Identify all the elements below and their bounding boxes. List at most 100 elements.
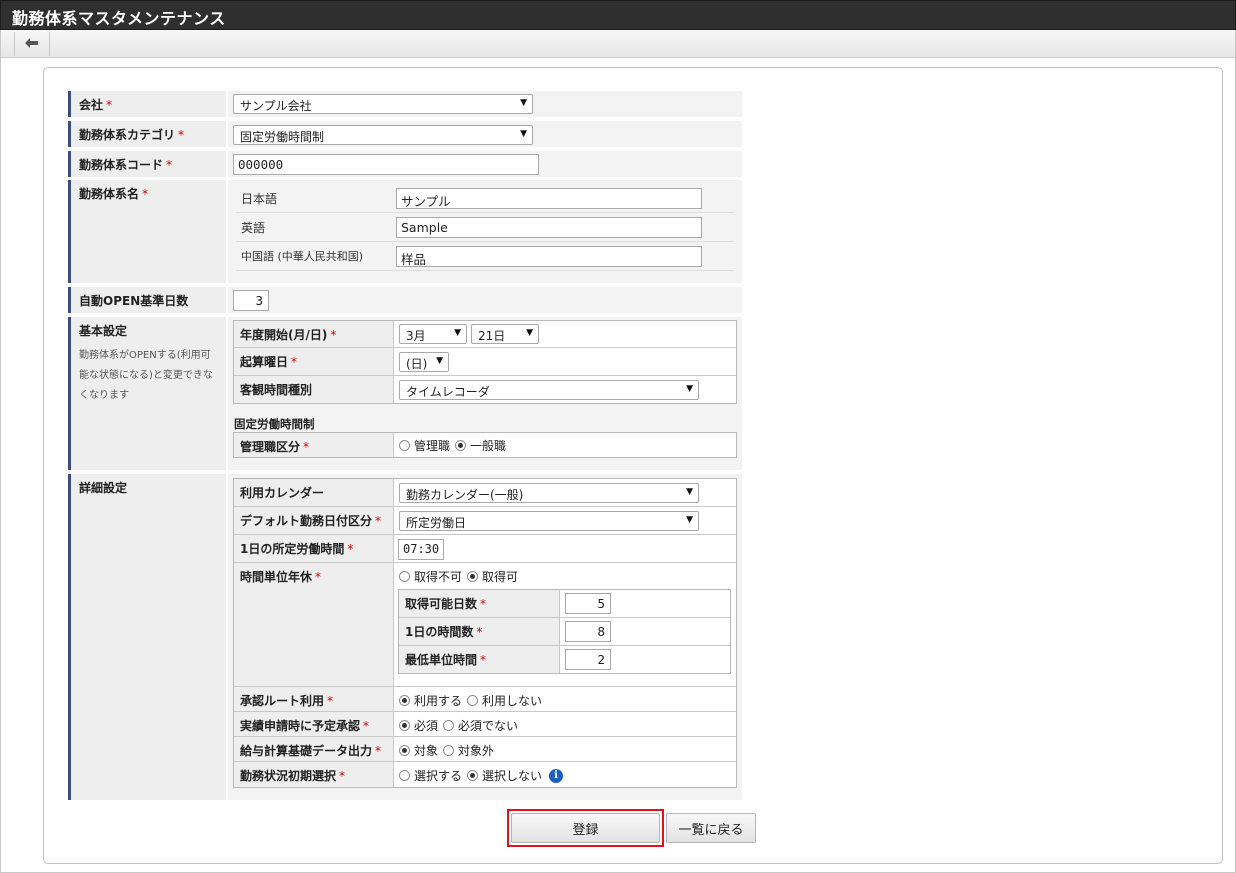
radio-general[interactable] <box>455 440 467 451</box>
radio-allowed[interactable] <box>467 571 479 582</box>
basic-settings-label-text: 基本設定 <box>79 324 128 338</box>
divider <box>560 645 730 646</box>
radio-manager[interactable] <box>399 440 410 451</box>
required-mark: * <box>303 440 310 454</box>
manager-class-label: 管理職区分 * <box>234 433 394 457</box>
status-init-label-text: 勤務状況初期選択 <box>240 769 337 783</box>
radio-label: 選択しない <box>482 769 543 783</box>
auto-open-input[interactable]: 3 <box>233 290 269 311</box>
daily-hours-label: 1日の所定労働時間 * <box>234 535 394 563</box>
days-input[interactable]: 5 <box>565 593 611 614</box>
company-label: 会社 * <box>68 91 226 117</box>
status-init-label: 勤務状況初期選択 * <box>234 762 394 787</box>
fiscal-day-select[interactable]: 21日 ▼ <box>471 324 539 344</box>
radio-not-allowed[interactable] <box>399 571 410 582</box>
objective-time-label-text: 客観時間種別 <box>240 383 313 397</box>
required-mark: * <box>375 514 382 528</box>
divider <box>394 506 736 507</box>
company-label-text: 会社 <box>79 98 104 112</box>
default-day-label-text: デフォルト勤務日付区分 <box>240 514 373 528</box>
required-mark: * <box>291 355 298 369</box>
name-ja-input[interactable]: サンプル <box>396 188 702 209</box>
radio-no-select[interactable] <box>467 770 479 781</box>
radio-label: 必須でない <box>458 719 519 733</box>
divider <box>236 241 734 242</box>
title-bar: 勤務体系マスタメンテナンス <box>0 0 1236 30</box>
chevron-down-icon: ▼ <box>686 384 693 394</box>
radio-target[interactable] <box>399 745 410 756</box>
default-day-label: デフォルト勤務日付区分 * <box>234 507 394 535</box>
name-label: 勤務体系名 * <box>68 180 226 283</box>
required-mark: * <box>142 187 149 201</box>
divider <box>560 617 730 618</box>
start-weekday-select[interactable]: (日) ▼ <box>399 352 449 372</box>
required-mark: * <box>363 719 370 733</box>
code-label-text: 勤務体系コード <box>79 158 164 172</box>
days-label-text: 取得可能日数 <box>405 597 478 611</box>
calendar-select[interactable]: 勤務カレンダー(一般) ▼ <box>399 483 699 503</box>
radio-use[interactable] <box>399 695 410 706</box>
chevron-down-icon: ▼ <box>454 328 461 338</box>
info-icon[interactable]: i <box>549 768 564 783</box>
fiscal-start-label-text: 年度開始(月/日) <box>240 328 328 342</box>
start-weekday-value: (日) <box>406 357 428 371</box>
name-lang-label: 英語 <box>241 221 266 235</box>
radio-non-target[interactable] <box>443 745 455 756</box>
auto-open-label-text: 自動OPEN基準日数 <box>79 294 189 308</box>
fixed-section-heading: 固定労働時間制 <box>234 417 315 431</box>
back-to-list-button[interactable]: 一覧に戻る <box>666 813 756 843</box>
radio-not-use[interactable] <box>467 695 479 706</box>
required-mark: * <box>166 158 173 172</box>
divider <box>394 686 736 687</box>
hours-input[interactable]: 8 <box>565 621 611 642</box>
name-lang-label: 中国語 (中華人民共和国) <box>241 250 364 263</box>
name-zh-input[interactable]: 样品 <box>396 246 702 267</box>
code-label: 勤務体系コード * <box>68 151 226 177</box>
register-button[interactable]: 登録 <box>511 813 660 843</box>
category-select[interactable]: 固定労働時間制 ▼ <box>233 125 533 145</box>
radio-label: 対象外 <box>458 744 495 758</box>
arrow-left-icon <box>25 37 39 51</box>
divider <box>394 347 736 348</box>
name-en-input[interactable]: Sample <box>396 217 702 238</box>
radio-required[interactable] <box>399 720 410 731</box>
description-line: 勤務体系がOPENする(利用可 <box>79 350 211 361</box>
calendar-label-text: 利用カレンダー <box>240 486 325 500</box>
page-title: 勤務体系マスタメンテナンス <box>12 9 226 28</box>
chevron-down-icon: ▼ <box>520 98 527 108</box>
min-unit-input[interactable]: 2 <box>565 649 611 670</box>
required-mark: * <box>330 328 337 342</box>
required-mark: * <box>480 597 487 611</box>
radio-label: 選択する <box>414 769 463 783</box>
chevron-down-icon: ▼ <box>526 328 533 338</box>
required-mark: * <box>339 769 346 783</box>
divider <box>236 270 734 271</box>
divider <box>394 534 736 535</box>
divider <box>236 212 734 213</box>
default-day-select[interactable]: 所定労働日 ▼ <box>399 511 699 531</box>
code-input[interactable]: 000000 <box>233 154 539 175</box>
radio-not-required[interactable] <box>443 720 455 731</box>
radio-select[interactable] <box>399 770 410 781</box>
company-value: サンプル会社 <box>240 99 312 113</box>
name-label-text: 勤務体系名 <box>79 187 140 201</box>
payroll-output-radio-group: 対象 対象外 <box>399 742 499 759</box>
fiscal-month-select[interactable]: 3月 ▼ <box>399 324 467 344</box>
daily-hours-input[interactable]: 07:30 <box>398 539 444 560</box>
auto-open-label: 自動OPEN基準日数 <box>68 287 226 313</box>
approval-route-label: 承認ルート利用 * <box>234 687 394 712</box>
hourly-leave-radio-group: 取得不可 取得可 <box>399 568 523 585</box>
company-select[interactable]: サンプル会社 ▼ <box>233 94 533 114</box>
objective-time-label: 客観時間種別 <box>234 376 394 403</box>
hours-label: 1日の時間数 * <box>399 618 560 646</box>
divider <box>394 375 736 376</box>
objective-time-select[interactable]: タイムレコーダ ▼ <box>399 380 699 400</box>
category-label: 勤務体系カテゴリ * <box>68 121 226 147</box>
back-button[interactable] <box>14 32 50 56</box>
required-mark: * <box>178 128 185 142</box>
plan-approval-label-text: 実績申請時に予定承認 <box>240 719 361 733</box>
description-line: 能な状態になる)と変更できな <box>79 370 213 381</box>
name-lang-label: 日本語 <box>241 192 278 206</box>
fiscal-start-label: 年度開始(月/日) * <box>234 321 394 348</box>
radio-label: 利用しない <box>482 694 543 708</box>
